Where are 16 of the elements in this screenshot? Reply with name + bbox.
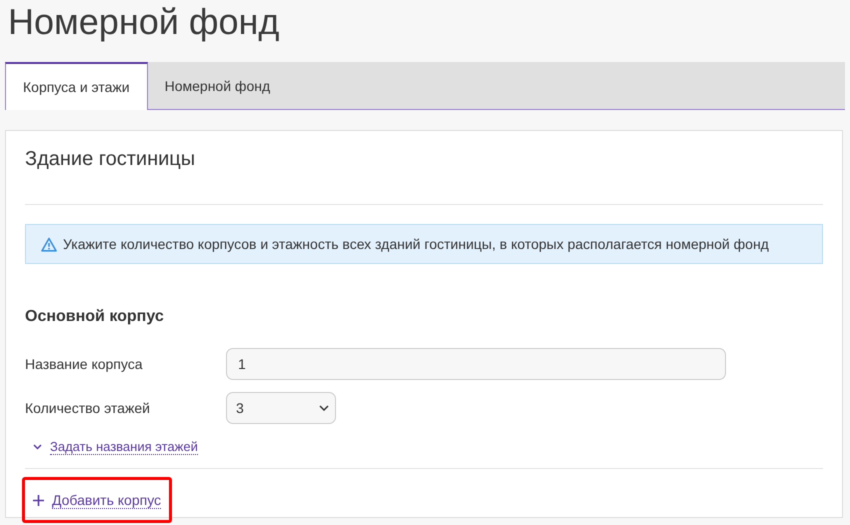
section-title: Здание гостиницы (25, 147, 196, 172)
floor-names-link[interactable]: Задать названия этажей (25, 439, 198, 455)
field-label: Количество этажей (25, 400, 151, 416)
chevron-down-icon (319, 405, 329, 411)
building-title: Основной корпус (25, 308, 165, 326)
page-title: Номерной фонд (7, 0, 280, 44)
chevron-down-icon (33, 444, 42, 450)
warning-icon (41, 236, 57, 252)
plus-icon (33, 494, 44, 506)
tab[interactable]: Номерной фонд (148, 62, 288, 110)
input-field[interactable]: 1 (226, 348, 726, 380)
add-building-link[interactable]: Добавить корпус (22, 477, 172, 523)
field-label: Название корпуса (25, 356, 144, 372)
tab[interactable]: Корпуса и этажи (5, 62, 148, 110)
alert-text: Укажите количество корпусов и этажность всех зданий гостиницы, в которых располагается номерной фонд (63, 236, 769, 252)
select-field[interactable]: 3 (226, 392, 336, 424)
